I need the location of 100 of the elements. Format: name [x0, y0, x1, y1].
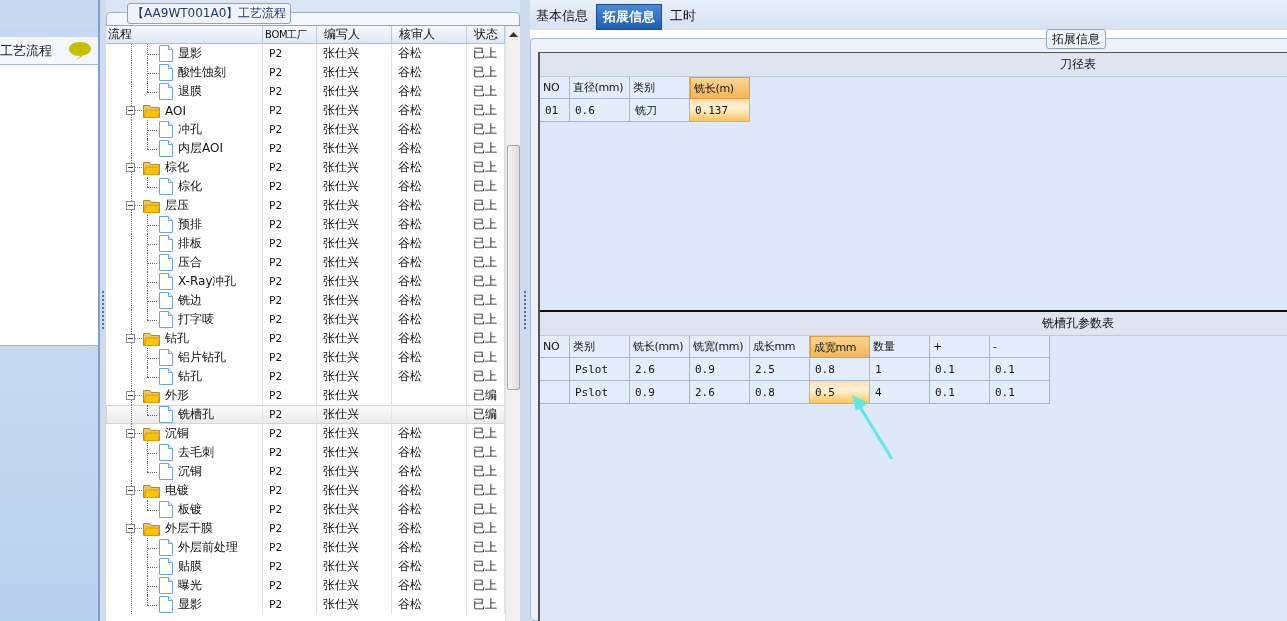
tree-item-label[interactable]: 外层前处理	[178, 539, 238, 556]
table-cell[interactable]: 0.137	[690, 99, 750, 122]
table-cell[interactable]: 0.9	[630, 381, 690, 404]
table-cell[interactable]: 0.6	[570, 99, 630, 122]
collapse-icon[interactable]	[126, 334, 135, 343]
collapse-icon[interactable]	[126, 106, 135, 115]
tree-row[interactable]: 钻孔 P2 张仕兴 谷松 已上	[106, 329, 505, 348]
table-cell[interactable]	[540, 358, 570, 381]
table-cell[interactable]: Pslot	[570, 358, 630, 381]
tab[interactable]: 拓展信息	[596, 4, 662, 30]
tree-item-label[interactable]: 显影	[178, 45, 202, 62]
table-cell[interactable]	[540, 381, 570, 404]
tree-item-label[interactable]: 打字唛	[178, 311, 214, 328]
tree-item-label[interactable]: 铣槽孔	[178, 406, 214, 423]
tree-item-label[interactable]: AOI	[165, 103, 186, 118]
tree-item-label[interactable]: 层压	[165, 197, 189, 214]
tree-row[interactable]: 铣边 P2 张仕兴 谷松 已上	[106, 291, 505, 310]
tree-item-label[interactable]: 沉铜	[165, 425, 189, 442]
tree-row[interactable]: 预排 P2 张仕兴 谷松 已上	[106, 215, 505, 234]
tree-item-label[interactable]: 钻孔	[178, 368, 202, 385]
column-header[interactable]: 铣长(m)	[690, 77, 750, 99]
column-header[interactable]: 成宽mm	[810, 336, 870, 358]
tab[interactable]: 基本信息	[530, 4, 594, 30]
tree-row[interactable]: 铝片钻孔 P2 张仕兴 谷松 已上	[106, 348, 505, 367]
column-header[interactable]: BOM工厂	[263, 26, 317, 43]
table-cell[interactable]: 0.8	[750, 381, 810, 404]
tree-row[interactable]: 打字唛 P2 张仕兴 谷松 已上	[106, 310, 505, 329]
tree-item-label[interactable]: 冲孔	[178, 121, 202, 138]
scroll-thumb[interactable]	[506, 145, 520, 390]
tree-row[interactable]: 沉铜 P2 张仕兴 谷松 已上	[106, 462, 505, 481]
column-header[interactable]: 编写人	[317, 26, 392, 43]
column-header[interactable]: 铣宽(mm)	[690, 336, 750, 358]
tree-row[interactable]: AOI P2 张仕兴 谷松 已上	[106, 101, 505, 120]
tree-row[interactable]: 退膜 P2 张仕兴 谷松 已上	[106, 82, 505, 101]
table-cell[interactable]: 0.1	[930, 358, 990, 381]
column-header[interactable]: -	[990, 336, 1050, 358]
tree-row[interactable]: 棕化 P2 张仕兴 谷松 已上	[106, 177, 505, 196]
tree-row[interactable]: 外层干膜 P2 张仕兴 谷松 已上	[106, 519, 505, 538]
tree-item-label[interactable]: X-Ray冲孔	[178, 273, 237, 290]
tree-item-label[interactable]: 显影	[178, 596, 202, 613]
tree-item-label[interactable]: 铝片钻孔	[178, 349, 226, 366]
table-cell[interactable]: 2.6	[630, 358, 690, 381]
table-cell[interactable]: 0.5	[810, 381, 870, 404]
column-header[interactable]: 类别	[570, 336, 630, 358]
table-cell[interactable]: 0.9	[690, 358, 750, 381]
tree-row[interactable]: X-Ray冲孔 P2 张仕兴 谷松 已上	[106, 272, 505, 291]
tree-item-label[interactable]: 曝光	[178, 577, 202, 594]
table-cell[interactable]: 0.1	[930, 381, 990, 404]
tree-item-label[interactable]: 预排	[178, 216, 202, 233]
tab[interactable]: 工时	[664, 4, 702, 30]
tree-row[interactable]: 压合 P2 张仕兴 谷松 已上	[106, 253, 505, 272]
column-header[interactable]: 直径(mm)	[570, 77, 630, 99]
column-header[interactable]: 流程	[106, 26, 263, 43]
tree-row[interactable]: 冲孔 P2 张仕兴 谷松 已上	[106, 120, 505, 139]
tree-item-label[interactable]: 电镀	[165, 482, 189, 499]
table-cell[interactable]: Pslot	[570, 381, 630, 404]
tree-item-label[interactable]: 压合	[178, 254, 202, 271]
tree-row[interactable]: 板镀 P2 张仕兴 谷松 已上	[106, 500, 505, 519]
tree-row[interactable]: 电镀 P2 张仕兴 谷松 已上	[106, 481, 505, 500]
tree-item-label[interactable]: 内层AOI	[178, 140, 223, 157]
table-cell[interactable]: 1	[870, 358, 930, 381]
tree-row[interactable]: 显影 P2 张仕兴 谷松 已上	[106, 44, 505, 63]
tree-item-label[interactable]: 棕化	[178, 178, 202, 195]
table-cell[interactable]: 2.6	[690, 381, 750, 404]
column-header[interactable]: 核审人	[392, 26, 467, 43]
tree-row[interactable]: 沉铜 P2 张仕兴 谷松 已上	[106, 424, 505, 443]
table-cell[interactable]: 01	[540, 99, 570, 122]
tree-row[interactable]: 棕化 P2 张仕兴 谷松 已上	[106, 158, 505, 177]
column-header[interactable]: NO	[540, 336, 570, 358]
tree-row[interactable]: 贴膜 P2 张仕兴 谷松 已上	[106, 557, 505, 576]
tree-item-label[interactable]: 棕化	[165, 159, 189, 176]
column-header[interactable]: 数量	[870, 336, 930, 358]
scrollbar[interactable]	[505, 26, 520, 621]
column-header[interactable]: NO	[540, 77, 570, 99]
tree-row[interactable]: 层压 P2 张仕兴 谷松 已上	[106, 196, 505, 215]
tree-item-label[interactable]: 贴膜	[178, 558, 202, 575]
collapse-icon[interactable]	[126, 391, 135, 400]
tree-item-label[interactable]: 外形	[165, 387, 189, 404]
tree-item-label[interactable]: 退膜	[178, 83, 202, 100]
splitter-handle[interactable]	[520, 0, 530, 621]
tree-row[interactable]: 钻孔 P2 张仕兴 谷松 已上	[106, 367, 505, 386]
column-header[interactable]: 铣长(mm)	[630, 336, 690, 358]
tree-item-label[interactable]: 铣边	[178, 292, 202, 309]
tree-item-label[interactable]: 排板	[178, 235, 202, 252]
collapse-icon[interactable]	[126, 486, 135, 495]
table-cell[interactable]: 2.5	[750, 358, 810, 381]
tree-row[interactable]: 铣槽孔 P2 张仕兴 已编	[106, 405, 505, 424]
tree-row[interactable]: 酸性蚀刻 P2 张仕兴 谷松 已上	[106, 63, 505, 82]
tree-item-label[interactable]: 酸性蚀刻	[178, 64, 226, 81]
tree-row[interactable]: 排板 P2 张仕兴 谷松 已上	[106, 234, 505, 253]
table-cell[interactable]: 0.8	[810, 358, 870, 381]
column-header[interactable]: 类别	[630, 77, 690, 99]
table-cell[interactable]: 0.1	[990, 358, 1050, 381]
scroll-up-icon[interactable]	[508, 32, 518, 37]
tree-row[interactable]: 显影 P2 张仕兴 谷松 已上	[106, 595, 505, 614]
tree-row[interactable]: 去毛刺 P2 张仕兴 谷松 已上	[106, 443, 505, 462]
table-cell[interactable]: 0.1	[990, 381, 1050, 404]
tree-row[interactable]: 内层AOI P2 张仕兴 谷松 已上	[106, 139, 505, 158]
splitter-handle[interactable]	[100, 0, 106, 621]
tree-item-label[interactable]: 板镀	[178, 501, 202, 518]
